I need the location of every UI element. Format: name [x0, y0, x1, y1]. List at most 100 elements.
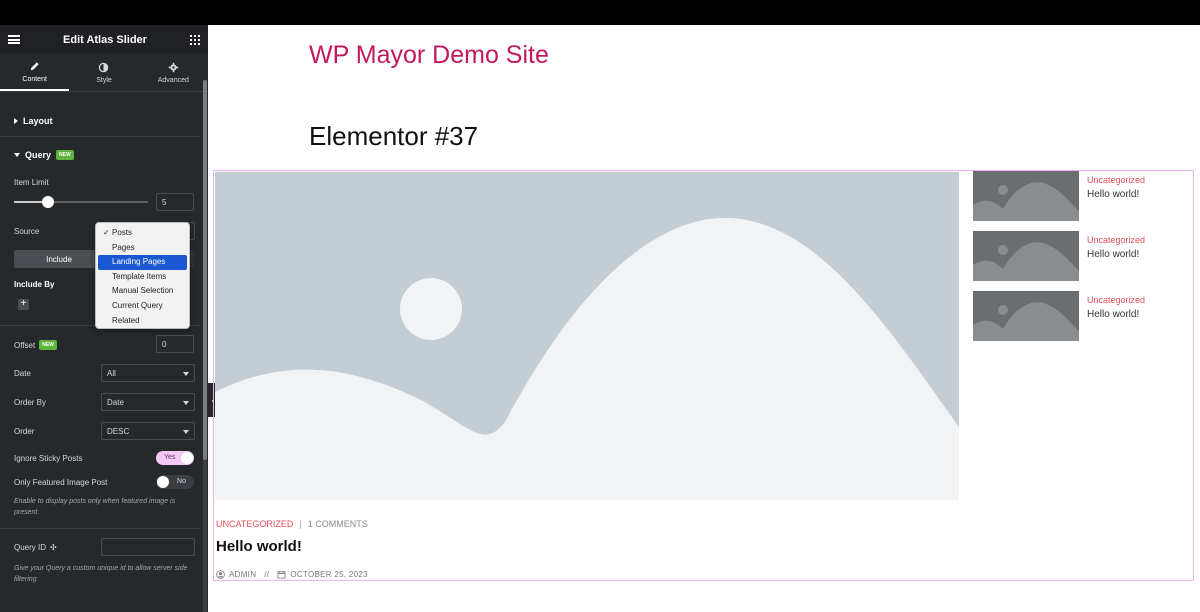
user-icon: [216, 570, 225, 579]
panel-scrollbar[interactable]: [203, 80, 207, 612]
switch-yes-text: Yes: [164, 454, 176, 461]
query-id-help-text: Give your Query a custom unique id to al…: [14, 565, 188, 583]
caret-right-icon: [14, 118, 18, 124]
post-meta: UNCATEGORIZED | 1 COMMENTS: [216, 519, 368, 529]
caret-down-icon: [14, 153, 20, 157]
hamburger-menu-icon[interactable]: [8, 35, 20, 44]
date-select-value: All: [107, 369, 116, 378]
source-option-label: Posts: [112, 228, 133, 237]
item-limit-input[interactable]: 5: [156, 193, 194, 211]
source-label: Source: [14, 227, 40, 236]
order-by-value: Date: [107, 398, 124, 407]
chevron-down-icon: [183, 372, 189, 376]
source-option-label: Pages: [112, 242, 135, 252]
side-post-thumbnail[interactable]: [973, 231, 1079, 281]
side-post-thumbnail[interactable]: [973, 291, 1079, 341]
site-title[interactable]: WP Mayor Demo Site: [309, 39, 569, 71]
order-by-label: Order By: [14, 398, 47, 407]
source-option-label: Manual Selection: [112, 286, 174, 296]
query-id-input[interactable]: [101, 538, 195, 556]
side-post-item[interactable]: Uncategorized Hello world!: [973, 291, 1153, 341]
pencil-icon: [30, 61, 39, 70]
calendar-icon: [277, 570, 286, 579]
order-label: Order: [14, 427, 35, 436]
tab-advanced-label: Advanced: [157, 76, 189, 84]
source-option-label: Landing Pages: [112, 257, 166, 267]
side-post-title[interactable]: Hello world!: [1087, 249, 1139, 260]
tab-style[interactable]: Style: [69, 54, 138, 91]
post-category[interactable]: UNCATEGORIZED: [216, 519, 293, 529]
offset-label-row: Offset NEW: [14, 340, 57, 350]
side-post-thumbnail[interactable]: [973, 171, 1079, 221]
scrollbar-thumb[interactable]: [203, 80, 207, 460]
post-title[interactable]: Hello world!: [216, 538, 302, 555]
tab-content[interactable]: Content: [0, 54, 70, 91]
post-author[interactable]: ADMIN: [229, 570, 256, 579]
query-id-label: Query ID: [14, 543, 47, 552]
browser-top-bar: [0, 0, 1200, 25]
include-button[interactable]: Include: [14, 250, 104, 268]
new-badge: NEW: [39, 340, 57, 350]
checkmark-icon: ✓: [103, 228, 110, 237]
tab-style-label: Style: [96, 76, 112, 84]
source-option-label: Template Items: [112, 271, 167, 281]
switch-knob: [157, 476, 169, 488]
featured-image-placeholder[interactable]: [215, 172, 959, 500]
widgets-grid-icon[interactable]: [189, 34, 200, 45]
source-option[interactable]: ✓ Posts: [98, 226, 187, 241]
source-option-label: Related: [112, 315, 140, 325]
meta-separator: |: [299, 519, 302, 529]
section-query-label: Query: [25, 150, 52, 160]
ignore-sticky-switch[interactable]: Yes: [156, 451, 194, 465]
chevron-down-icon: [183, 430, 189, 434]
source-option[interactable]: Manual Selection: [98, 284, 187, 299]
chevron-down-icon: [183, 401, 189, 405]
side-post-category[interactable]: Uncategorized: [1087, 175, 1145, 185]
side-post-item[interactable]: Uncategorized Hello world!: [973, 231, 1153, 281]
source-option[interactable]: Pages: [98, 241, 187, 256]
order-value: DESC: [107, 427, 130, 436]
item-limit-label: Item Limit: [14, 178, 49, 187]
tab-content-label: Content: [22, 75, 47, 83]
query-id-label-row: Query ID ✣: [14, 543, 57, 552]
featured-only-label: Only Featured Image Post: [14, 478, 108, 487]
side-post-title[interactable]: Hello world!: [1087, 189, 1139, 200]
source-option-label: Current Query: [112, 300, 163, 310]
panel-header: Edit Atlas Slider: [0, 25, 208, 54]
section-layout[interactable]: Layout: [14, 116, 53, 126]
ignore-sticky-label: Ignore Sticky Posts: [14, 454, 83, 463]
slider-handle[interactable]: [42, 196, 54, 208]
half-circle-icon: [99, 62, 109, 72]
switch-no-text: No: [177, 478, 186, 485]
featured-help-text: Enable to display posts only when featur…: [14, 498, 176, 516]
switch-knob: [181, 452, 193, 464]
gear-icon: [168, 62, 179, 72]
section-divider: [0, 528, 200, 529]
offset-label: Offset: [14, 340, 36, 350]
item-limit-slider[interactable]: [14, 196, 148, 208]
include-by-label: Include By: [14, 280, 55, 289]
date-select[interactable]: All: [101, 364, 195, 382]
order-by-select[interactable]: Date: [101, 393, 195, 411]
source-option[interactable]: Current Query: [98, 299, 187, 314]
order-select[interactable]: DESC: [101, 422, 195, 440]
add-include-button[interactable]: +: [18, 299, 29, 310]
side-post-title[interactable]: Hello world!: [1087, 309, 1139, 320]
date-label: Date: [14, 369, 31, 378]
dynamic-tags-icon[interactable]: ✣: [50, 543, 57, 552]
offset-input[interactable]: 0: [156, 335, 194, 353]
byline-separator: //: [264, 570, 270, 579]
source-option[interactable]: Related: [98, 314, 187, 329]
page-title: Elementor #37: [309, 121, 479, 151]
side-post-category[interactable]: Uncategorized: [1087, 235, 1145, 245]
source-dropdown-list: ✓ Posts Pages Landing Pages Template Items Ma…: [95, 222, 190, 329]
source-option[interactable]: Template Items: [98, 270, 187, 285]
new-badge: NEW: [56, 150, 74, 160]
post-comments[interactable]: 1 COMMENTS: [308, 519, 368, 529]
featured-only-switch[interactable]: No: [156, 475, 194, 489]
source-option[interactable]: Landing Pages: [98, 255, 187, 270]
side-post-category[interactable]: Uncategorized: [1087, 295, 1145, 305]
section-query[interactable]: Query NEW: [14, 150, 74, 160]
side-post-item[interactable]: Uncategorized Hello world!: [973, 171, 1153, 221]
tab-advanced[interactable]: Advanced: [139, 54, 208, 91]
